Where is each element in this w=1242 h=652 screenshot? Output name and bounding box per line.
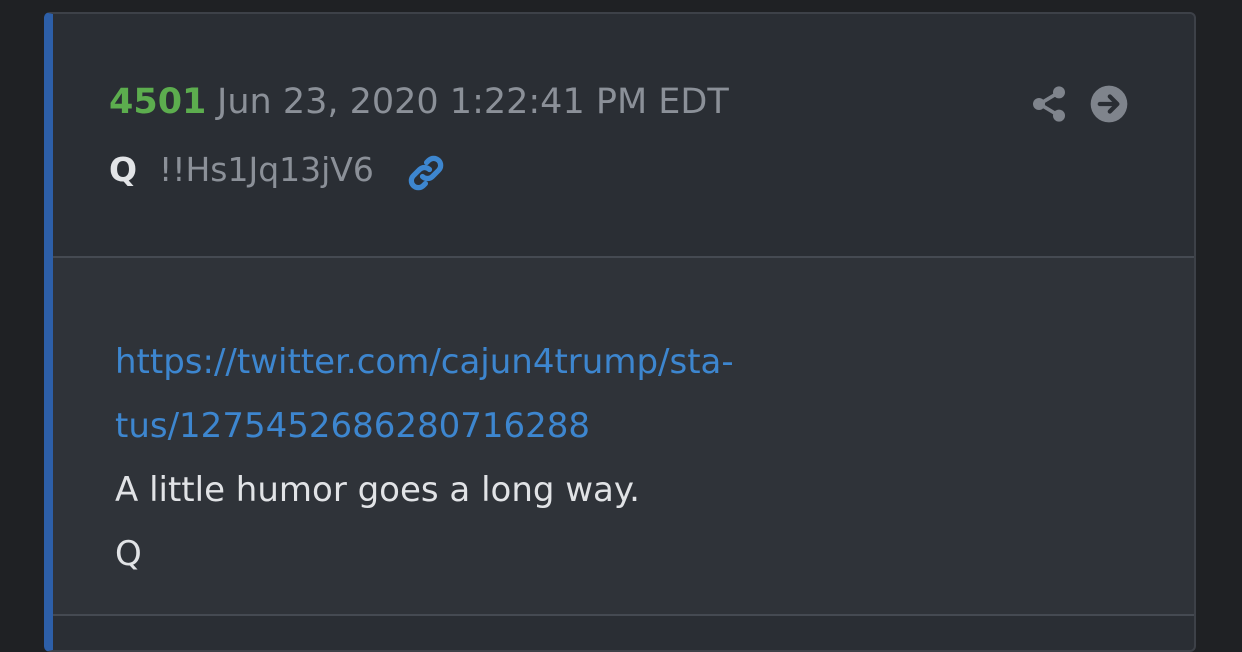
share-icon-graphic (1033, 86, 1065, 122)
author-name: Q (109, 150, 138, 189)
tweet-link-line-1: https://twitter.com/cajun4trump/sta- (115, 342, 734, 382)
link-icon[interactable] (405, 152, 447, 194)
post-body: https://twitter.com/cajun4trump/sta- tus… (53, 258, 1194, 616)
tweet-link[interactable]: https://twitter.com/cajun4trump/sta- tus… (115, 330, 855, 458)
post-signature: Q (115, 534, 142, 574)
post-content: https://twitter.com/cajun4trump/sta- tus… (115, 330, 855, 586)
post-number[interactable]: 4501 (109, 82, 206, 122)
arrow-right-circle-icon[interactable] (1089, 84, 1129, 124)
tweet-link-line-2: tus/1275452686280716288 (115, 406, 591, 446)
post-date: Jun 23, 2020 1:22:41 PM EDT (217, 82, 729, 122)
tripcode: !!Hs1Jq13jV6 (159, 150, 374, 189)
share-icon[interactable] (1029, 84, 1069, 124)
post-card: 4501 Jun 23, 2020 1:22:41 PM EDT Q !!Hs1… (44, 12, 1196, 652)
link-icon-graphic (408, 155, 444, 191)
post-text-line-1: A little humor goes a long way. (115, 470, 640, 510)
post-header: 4501 Jun 23, 2020 1:22:41 PM EDT Q !!Hs1… (53, 14, 1194, 258)
arrow-icon-graphic (1090, 85, 1128, 123)
